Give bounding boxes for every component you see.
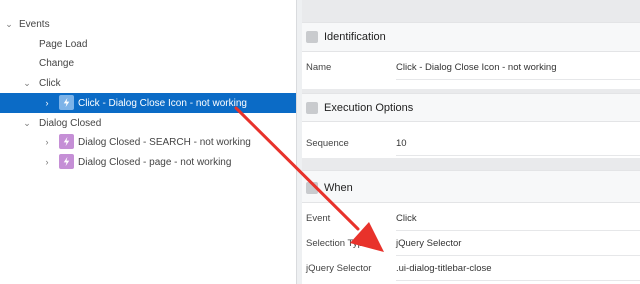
prop-sequence: Sequence 10 [302, 132, 640, 156]
tree-node-dc-page[interactable]: › Dialog Closed - page - not working [0, 152, 296, 172]
property-editor: Identification Name Click - Dialog Close… [302, 0, 640, 284]
when-body: Event Click Selection Type jQuery Select… [302, 203, 640, 284]
lightning-icon [59, 154, 74, 169]
name-field[interactable]: Click - Dialog Close Icon - not working [396, 56, 640, 80]
execution-body: Sequence 10 [302, 122, 640, 158]
chevron-right-icon[interactable]: › [42, 98, 52, 108]
prop-jquery-selector: jQuery Selector .ui-dialog-titlebar-clos… [302, 257, 640, 281]
chevron-right-icon[interactable]: › [42, 157, 52, 167]
tree-top-edge [0, 0, 296, 8]
selection-type-select[interactable]: jQuery Selector [396, 232, 640, 256]
region-title: When [324, 182, 353, 194]
tree-node-label: Click - Dialog Close Icon - not working [78, 97, 247, 109]
prop-label: Event [306, 213, 331, 224]
event-select[interactable]: Click [396, 207, 640, 231]
chevron-down-icon[interactable]: ⌄ [22, 118, 32, 128]
panel-top-band [302, 0, 640, 22]
when-header[interactable]: When [302, 170, 640, 203]
prop-label: Name [306, 62, 332, 73]
tree-node-label: Click [39, 77, 61, 89]
lightning-icon [59, 134, 74, 149]
prop-label: Selection Type [306, 238, 369, 249]
region-title: Execution Options [324, 102, 414, 114]
collapse-icon[interactable] [306, 182, 318, 194]
rendering-tree: ⌄ Events Page Load Change ⌄ Click › Clic… [0, 0, 296, 284]
region-title: Identification [324, 31, 386, 43]
tree-node-label: Dialog Closed - page - not working [78, 156, 232, 168]
tree-node-dc-search[interactable]: › Dialog Closed - SEARCH - not working [0, 132, 296, 152]
tree-node-label: Dialog Closed - SEARCH - not working [78, 136, 251, 148]
tree-node-label: Change [39, 57, 75, 69]
identification-body: Name Click - Dialog Close Icon - not wor… [302, 52, 640, 89]
chevron-down-icon[interactable]: ⌄ [22, 78, 32, 88]
tree-node-events[interactable]: ⌄ Events [0, 14, 296, 34]
tree-node-dialog-closed[interactable]: ⌄ Dialog Closed [0, 113, 296, 133]
collapse-icon[interactable] [306, 31, 318, 43]
tree-node-click[interactable]: ⌄ Click [0, 73, 296, 93]
prop-name: Name Click - Dialog Close Icon - not wor… [302, 56, 640, 80]
lightning-icon [59, 95, 74, 110]
region-gap [302, 158, 640, 170]
tree-node-click-action-selected[interactable]: › Click - Dialog Close Icon - not workin… [0, 93, 296, 113]
sequence-field[interactable]: 10 [396, 132, 640, 156]
prop-event: Event Click [302, 207, 640, 231]
chevron-down-icon[interactable]: ⌄ [4, 19, 14, 29]
tree-node-label: Page Load [39, 38, 88, 50]
collapse-icon[interactable] [306, 102, 318, 114]
chevron-right-icon[interactable]: › [42, 137, 52, 147]
prop-label: jQuery Selector [306, 263, 372, 274]
identification-header[interactable]: Identification [302, 22, 640, 52]
tree-node-label: Dialog Closed [39, 117, 102, 129]
tree-node-label: Events [19, 18, 50, 30]
jquery-selector-field[interactable]: .ui-dialog-titlebar-close [396, 257, 640, 281]
tree-node-change[interactable]: Change [0, 53, 296, 73]
execution-header[interactable]: Execution Options [302, 93, 640, 122]
tree-node-page-load[interactable]: Page Load [0, 34, 296, 54]
prop-label: Sequence [306, 138, 349, 149]
prop-selection-type: Selection Type jQuery Selector [302, 232, 640, 256]
